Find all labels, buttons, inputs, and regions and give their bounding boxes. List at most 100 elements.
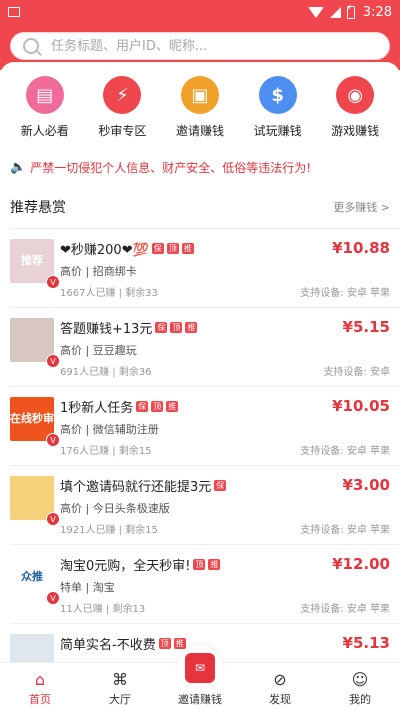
status-time: 3:28 bbox=[362, 4, 392, 20]
task-stats: 176人已赚 | 剩余15 bbox=[60, 446, 152, 457]
tag-recommend: 推 bbox=[181, 242, 194, 255]
speaker-icon: 🔈 bbox=[10, 160, 27, 175]
task-title-line: 简单实名-不收费 顶 推 bbox=[60, 634, 186, 653]
task-stats: 691人已赚 | 剩余36 bbox=[60, 367, 152, 378]
verified-icon: V bbox=[46, 354, 60, 368]
quick-link-label: 新人必看 bbox=[20, 124, 69, 138]
tag-recommend: 推 bbox=[173, 637, 186, 650]
book-icon: ▤ bbox=[25, 76, 64, 114]
section-title: 推荐悬赏 bbox=[10, 200, 66, 216]
quick-link-label: 秒审专区 bbox=[98, 124, 147, 138]
tag-guarantee: 保 bbox=[151, 242, 164, 255]
task-list: 推荐 V ❤秒赚200❤💯 保 顶 推 高价 | 招商绑卡 1667人已赚 | … bbox=[0, 228, 400, 662]
task-price: ¥3.00 bbox=[342, 476, 390, 494]
task-row[interactable]: 众推 V 淘宝0元购，全天秒审! 顶 推 特单 | 淘宝 11人已赚 | 剩余1… bbox=[10, 544, 400, 623]
quick-link-label: 邀请赚钱 bbox=[175, 124, 224, 138]
tag-recommend: 推 bbox=[208, 558, 221, 571]
gift-icon: ▣ bbox=[180, 76, 219, 114]
notice-text: 严禁一切侵犯个人信息、财产安全、低俗等违法行为! bbox=[30, 161, 312, 175]
tab-invite[interactable]: ✉ 邀请赚钱 bbox=[160, 645, 240, 711]
gallery-icon bbox=[8, 7, 20, 17]
tab-discover[interactable]: ⊘ 发现 bbox=[240, 663, 320, 711]
invite-bubble: ✉ bbox=[177, 645, 223, 691]
task-meta: 特单 | 淘宝 bbox=[60, 581, 115, 594]
search-input[interactable] bbox=[51, 38, 389, 54]
task-title: 答题赚钱+13元 bbox=[60, 322, 153, 337]
wifi-icon bbox=[307, 6, 324, 18]
grid-icon: ⌘ bbox=[112, 670, 128, 689]
task-title: ❤秒赚200❤💯 bbox=[60, 243, 149, 258]
section-header: 推荐悬赏 更多赚钱 > bbox=[0, 194, 400, 220]
quick-link-invite[interactable]: ▣ 邀请赚钱 bbox=[165, 76, 235, 139]
task-devices: 支持设备: 安卓 bbox=[323, 367, 390, 378]
tab-label: 邀请赚钱 bbox=[178, 693, 222, 706]
tag-top: 顶 bbox=[151, 400, 164, 413]
task-thumbnail bbox=[10, 634, 54, 662]
quick-link-fast-review[interactable]: ⚡ 秒审专区 bbox=[87, 76, 157, 139]
quick-link-game[interactable]: ◉ 游戏赚钱 bbox=[320, 76, 390, 139]
moneybag-icon: $ bbox=[258, 76, 297, 114]
tag-top: 顶 bbox=[158, 637, 171, 650]
task-title-line: 填个邀请码就行还能提3元 保 bbox=[60, 476, 227, 495]
task-stats: 11人已赚 | 剩余13 bbox=[60, 604, 146, 615]
task-row[interactable]: 在线秒审 V 1秒新人任务 保 顶 推 高价 | 微信辅助注册 176人已赚 |… bbox=[10, 386, 400, 465]
task-price: ¥5.13 bbox=[342, 634, 390, 652]
task-devices: 支持设备: 安卓 苹果 bbox=[300, 288, 390, 299]
verified-icon: V bbox=[46, 512, 60, 526]
tab-hall[interactable]: ⌘ 大厅 bbox=[80, 663, 160, 711]
task-thumbnail: 在线秒审 V bbox=[10, 397, 60, 447]
tab-label: 首页 bbox=[29, 693, 51, 706]
task-title: 1秒新人任务 bbox=[60, 401, 134, 416]
tag-top: 顶 bbox=[170, 321, 183, 334]
more-link[interactable]: 更多赚钱 > bbox=[333, 199, 390, 215]
tab-label: 发现 bbox=[269, 693, 291, 706]
tag-top: 顶 bbox=[166, 242, 179, 255]
task-title: 填个邀请码就行还能提3元 bbox=[60, 480, 212, 495]
quick-link-trial[interactable]: $ 试玩赚钱 bbox=[243, 76, 313, 139]
task-stats: 1667人已赚 | 剩余33 bbox=[60, 288, 158, 299]
task-stats: 1921人已赚 | 剩余15 bbox=[60, 525, 158, 536]
search-bar[interactable] bbox=[10, 32, 390, 60]
user-icon: ☺ bbox=[351, 670, 369, 689]
quick-link-label: 游戏赚钱 bbox=[331, 124, 380, 138]
quick-links: ▤ 新人必看 ⚡ 秒审专区 ▣ 邀请赚钱 $ 试玩赚钱 ◉ 游戏赚钱 bbox=[0, 62, 400, 139]
task-title-line: 答题赚钱+13元 保 顶 推 bbox=[60, 318, 198, 337]
tag-guarantee: 保 bbox=[155, 321, 168, 334]
quick-link-newcomer[interactable]: ▤ 新人必看 bbox=[10, 76, 80, 139]
task-price: ¥10.88 bbox=[332, 239, 390, 257]
task-meta: 高价 | 今日头条极速版 bbox=[60, 502, 170, 515]
task-thumbnail: V bbox=[10, 476, 60, 526]
task-row[interactable]: V 答题赚钱+13元 保 顶 推 高价 | 豆豆趣玩 691人已赚 | 剩余36… bbox=[10, 307, 400, 386]
lightning-icon: ⚡ bbox=[103, 76, 142, 114]
tag-guarantee: 保 bbox=[214, 479, 227, 492]
task-row[interactable]: 推荐 V ❤秒赚200❤💯 保 顶 推 高价 | 招商绑卡 1667人已赚 | … bbox=[10, 228, 400, 307]
signal-icon bbox=[329, 6, 341, 18]
notice-banner: 🔈 严禁一切侵犯个人信息、财产安全、低俗等违法行为! bbox=[0, 159, 400, 176]
task-price: ¥10.05 bbox=[332, 397, 390, 415]
main-content: ▤ 新人必看 ⚡ 秒审专区 ▣ 邀请赚钱 $ 试玩赚钱 ◉ 游戏赚钱 🔈 严禁一… bbox=[0, 62, 400, 662]
task-meta: 高价 | 招商绑卡 bbox=[60, 265, 137, 278]
search-icon bbox=[23, 38, 39, 54]
invite-envelope-icon: ✉ bbox=[185, 653, 215, 683]
task-title: 简单实名-不收费 bbox=[60, 638, 156, 653]
compass-icon: ⊘ bbox=[273, 670, 287, 689]
task-thumbnail: V bbox=[10, 318, 60, 368]
task-price: ¥5.15 bbox=[342, 318, 390, 336]
verified-icon: V bbox=[46, 591, 60, 605]
task-title-line: 淘宝0元购，全天秒审! 顶 推 bbox=[60, 555, 221, 574]
verified-icon: V bbox=[46, 433, 60, 447]
tab-home[interactable]: ⌂ 首页 bbox=[0, 663, 80, 711]
bottom-tab-bar: ⌂ 首页 ⌘ 大厅 ✉ 邀请赚钱 ⊘ 发现 ☺ 我的 bbox=[0, 645, 400, 711]
task-devices: 支持设备: 安卓 苹果 bbox=[300, 446, 390, 457]
task-devices: 支持设备: 安卓 苹果 bbox=[300, 525, 390, 536]
battery-icon bbox=[346, 4, 355, 19]
task-thumbnail: 众推 V bbox=[10, 555, 60, 605]
task-title-line: ❤秒赚200❤💯 保 顶 推 bbox=[60, 239, 194, 258]
thumbnail-image bbox=[10, 634, 54, 662]
tab-label: 大厅 bbox=[109, 693, 131, 706]
tab-mine[interactable]: ☺ 我的 bbox=[320, 663, 400, 711]
home-icon: ⌂ bbox=[34, 670, 46, 689]
verified-icon: V bbox=[46, 275, 60, 289]
task-row[interactable]: V 填个邀请码就行还能提3元 保 高价 | 今日头条极速版 1921人已赚 | … bbox=[10, 465, 400, 544]
tag-recommend: 推 bbox=[185, 321, 198, 334]
